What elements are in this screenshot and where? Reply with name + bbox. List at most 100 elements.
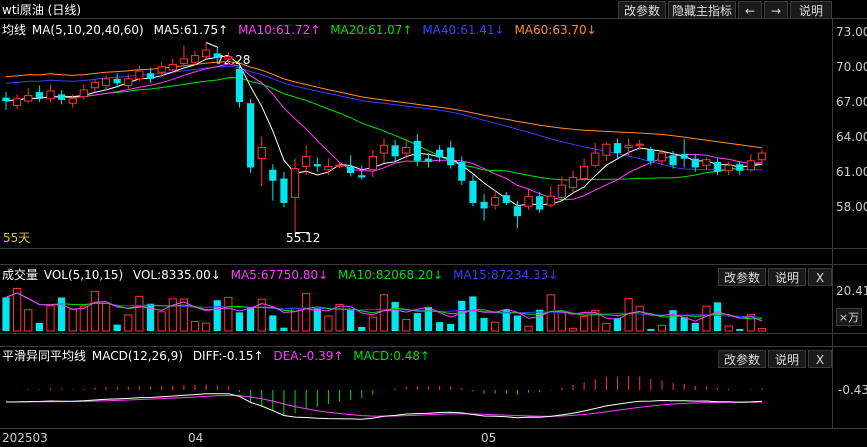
volume-bar xyxy=(324,315,333,332)
volume-bar xyxy=(235,312,244,331)
candle-body xyxy=(347,166,355,173)
volume-bar xyxy=(190,321,200,332)
volume-bar xyxy=(302,293,311,332)
candle-body xyxy=(546,195,555,206)
candle-body xyxy=(358,175,366,178)
candle-body xyxy=(458,161,466,181)
ma60-line xyxy=(5,60,763,149)
volume-bar xyxy=(358,327,366,331)
candle-body xyxy=(424,158,433,162)
candle-body xyxy=(335,164,344,167)
volume-bar xyxy=(224,296,233,332)
candle-body xyxy=(568,176,578,188)
candle-body xyxy=(657,152,667,162)
candle-body xyxy=(669,155,677,166)
candle-body xyxy=(524,195,533,207)
volume-bar xyxy=(602,322,611,332)
candle-body xyxy=(557,184,566,198)
candle-body xyxy=(2,97,10,101)
volume-bar xyxy=(68,309,77,332)
volume-bar xyxy=(713,302,722,331)
volume-bar xyxy=(347,309,355,331)
volume-bar xyxy=(57,297,66,331)
candle-body xyxy=(280,178,288,203)
volume-bar xyxy=(35,322,43,331)
volume-bar xyxy=(157,311,166,332)
volume-bar xyxy=(313,308,321,331)
volume-bar xyxy=(113,324,121,331)
volume-bar xyxy=(702,305,711,332)
volume-bar xyxy=(513,315,522,331)
candle-body xyxy=(413,140,421,161)
candle-body xyxy=(379,144,389,154)
candle-body xyxy=(101,78,111,86)
volume-bar xyxy=(335,303,344,332)
candle-body xyxy=(90,81,100,89)
candle-body xyxy=(224,56,233,60)
volume-bar xyxy=(124,314,133,332)
candle-body xyxy=(591,152,600,166)
volume-bar xyxy=(669,310,677,331)
candle-body xyxy=(124,78,133,86)
volume-bar xyxy=(179,298,188,332)
volume-bar xyxy=(280,327,288,331)
volume-bar xyxy=(402,319,411,332)
candle-body xyxy=(602,143,611,156)
volume-bar xyxy=(435,322,444,331)
candle-body xyxy=(435,149,444,158)
candle-body xyxy=(536,196,544,210)
candle-body xyxy=(469,180,477,203)
volume-bar xyxy=(46,305,55,332)
candle-body xyxy=(146,73,155,79)
volume-bar xyxy=(269,315,277,331)
high-pointer xyxy=(205,42,219,48)
candle-body xyxy=(35,92,43,98)
candle-body xyxy=(168,63,177,71)
candle-body xyxy=(491,196,500,206)
candle-body xyxy=(57,94,66,100)
candle-body xyxy=(68,98,77,104)
candle-body xyxy=(691,158,699,168)
candle-body xyxy=(368,155,377,171)
volume-bar xyxy=(524,325,533,332)
volume-bar xyxy=(202,322,211,332)
candle-body xyxy=(235,68,244,103)
candle-body xyxy=(580,165,589,180)
candle-body xyxy=(246,103,255,168)
candle-body xyxy=(13,98,22,106)
volume-bar xyxy=(736,329,744,331)
volume-bar xyxy=(680,317,688,331)
candle-body xyxy=(213,53,221,58)
volume-bar xyxy=(379,294,389,332)
candle-body xyxy=(746,160,755,171)
volume-bar xyxy=(536,309,544,331)
volume-bar xyxy=(90,290,100,332)
volume-bar xyxy=(580,315,589,332)
ma20-line xyxy=(5,77,763,181)
volume-bar xyxy=(568,327,578,332)
candle-body xyxy=(302,155,311,167)
volume-bar xyxy=(647,329,655,331)
volume-bar xyxy=(24,309,33,332)
chart-canvas xyxy=(0,18,867,429)
volume-bar xyxy=(469,296,477,331)
volume-bar xyxy=(13,287,22,332)
candle-body xyxy=(157,66,166,73)
candle-body xyxy=(502,195,510,203)
volume-bar xyxy=(246,308,255,331)
volume-bar xyxy=(391,301,399,331)
candle-body xyxy=(724,164,733,172)
volume-bar xyxy=(557,312,566,332)
candle-body xyxy=(736,164,744,171)
volume-bar xyxy=(168,298,177,332)
volume-bar xyxy=(657,325,667,332)
volume-bar xyxy=(135,295,144,332)
volume-bar xyxy=(447,323,455,331)
volume-bar xyxy=(491,321,500,332)
volume-bar xyxy=(691,323,699,331)
candle-body xyxy=(402,147,411,154)
volume-bar xyxy=(635,305,644,332)
candle-body xyxy=(713,161,722,172)
candle-body xyxy=(702,159,711,166)
volume-bar xyxy=(413,313,421,331)
